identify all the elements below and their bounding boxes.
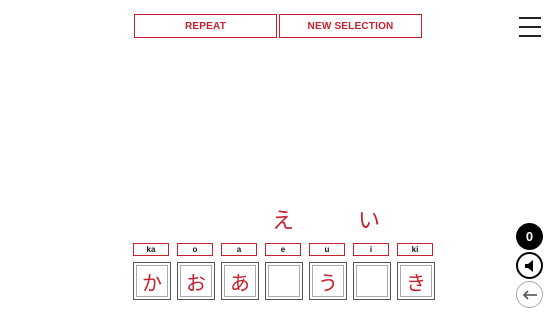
speaker-icon [524,259,533,272]
romaji-label: ka [133,243,169,256]
kana-slot[interactable]: う [309,262,347,300]
romaji-label: ki [397,243,433,256]
score-badge: 0 [516,223,543,250]
hamburger-menu-icon[interactable] [519,17,541,37]
kana-slot-empty[interactable] [265,262,303,300]
kana-slot[interactable]: あ [221,262,259,300]
back-button[interactable] [516,281,543,308]
kana-slot-empty[interactable] [353,262,391,300]
kana-slot[interactable]: き [397,262,435,300]
romaji-label: o [177,243,213,256]
romaji-label: a [221,243,257,256]
kana-slot[interactable]: か [133,262,171,300]
arrow-left-icon [522,289,537,300]
kana-slot[interactable]: お [177,262,215,300]
repeat-button[interactable]: REPEAT [134,14,277,38]
new-selection-button[interactable]: NEW SELECTION [279,14,422,38]
romaji-label: u [309,243,345,256]
floating-kana-i[interactable]: い [358,203,380,235]
floating-kana-e[interactable]: え [272,203,294,235]
sound-button[interactable] [516,252,543,279]
romaji-label: e [265,243,301,256]
romaji-label: i [353,243,389,256]
